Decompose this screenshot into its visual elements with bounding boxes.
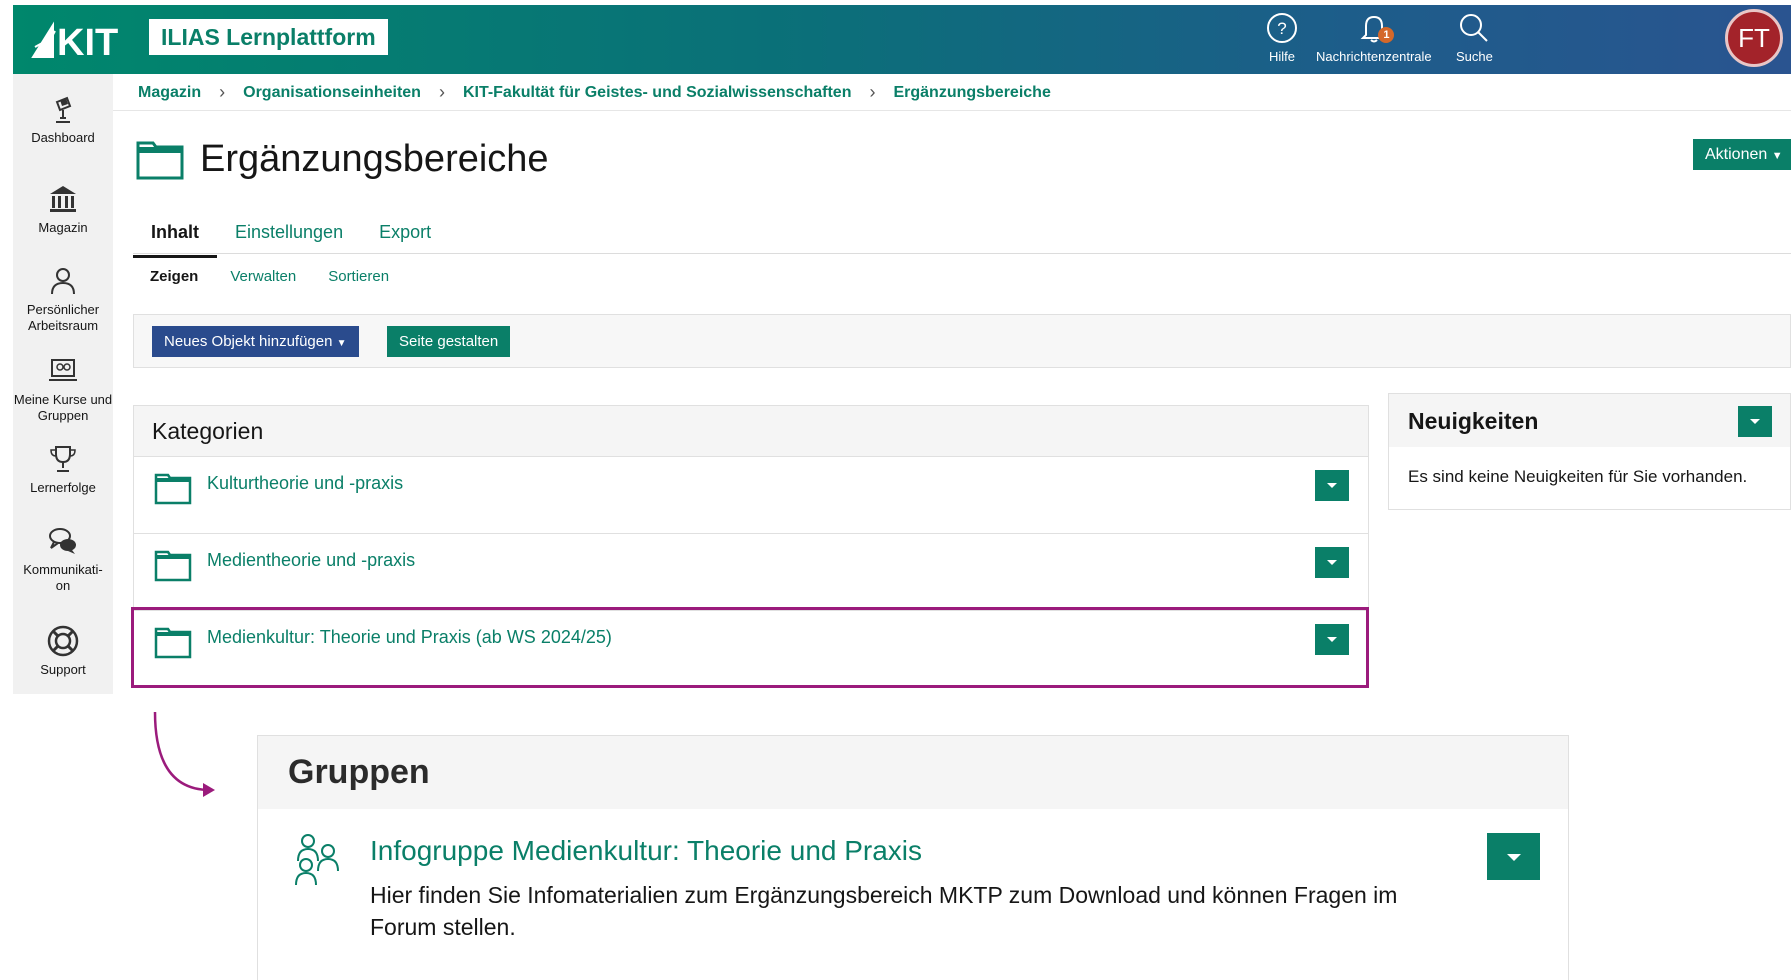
sidebar-item-personal-workspace[interactable]: Persönlicher Arbeitsraum <box>13 264 113 334</box>
sub-tabs: Zeigen Verwalten Sortieren <box>150 268 421 285</box>
breadcrumb-organisationseinheiten[interactable]: Organisationseinheiten <box>243 84 421 102</box>
sidebar-label-achievements: Lernerfolge <box>30 480 96 495</box>
design-page-button[interactable]: Seite gestalten <box>387 326 511 357</box>
lifebuoy-icon <box>47 625 79 657</box>
search-icon <box>1460 14 1489 42</box>
add-new-object-button[interactable]: Neues Objekt hinzufügen ▼ <box>152 326 359 357</box>
chevron-right-icon: › <box>219 82 226 102</box>
sidebar-item-support[interactable]: Support <box>13 624 113 678</box>
communication-icon <box>49 528 76 554</box>
main-sidebar: Dashboard Magazin Persönlicher Arbeitsra… <box>13 74 113 694</box>
group-icon <box>295 834 339 886</box>
help-label: Hilfe <box>1268 49 1295 64</box>
group-description: Hier finden Sie Infomaterialien zum Ergä… <box>370 882 1398 940</box>
sidebar-item-my-courses[interactable]: Meine Kurse und Gruppen <box>13 354 113 424</box>
top-bar: KIT ILIAS Lernplattform ? Hilfe 1 Nachri… <box>13 5 1791 74</box>
curved-arrow-icon <box>153 711 215 797</box>
breadcrumb-fakultaet[interactable]: KIT-Fakultät für Geistes- und Sozialwiss… <box>463 84 852 102</box>
courses-icon <box>49 359 77 381</box>
news-heading: Neuigkeiten <box>1389 394 1790 447</box>
sidebar-label-support: Support <box>40 662 86 677</box>
sidebar-item-achievements[interactable]: Lernerfolge <box>13 442 113 496</box>
breadcrumb: Magazin › Organisationseinheiten › KIT-F… <box>138 82 1051 103</box>
folder-icon <box>154 473 192 505</box>
chevron-right-icon: › <box>869 82 876 102</box>
sidebar-label-my-courses: Meine Kurse und Gruppen <box>13 392 113 423</box>
person-icon <box>51 268 75 295</box>
svg-text:?: ? <box>1277 19 1286 38</box>
sidebar-label-magazin: Magazin <box>38 220 88 235</box>
groups-heading: Gruppen <box>258 736 1568 809</box>
tabs-divider <box>133 253 1791 254</box>
add-new-object-label: Neues Objekt hinzufügen <box>164 333 333 350</box>
category-link[interactable]: Medientheorie und -praxis <box>207 550 415 571</box>
item-actions-dropdown[interactable] <box>1315 547 1349 578</box>
help-icon: ? <box>1267 13 1297 43</box>
breadcrumb-magazin[interactable]: Magazin <box>138 84 201 102</box>
actions-label: Aktionen <box>1705 146 1768 163</box>
highlight-frame <box>131 607 1369 688</box>
item-actions-dropdown[interactable] <box>1315 470 1349 501</box>
sidebar-label-dashboard: Dashboard <box>31 130 95 145</box>
caret-down-icon: ▼ <box>336 338 347 349</box>
list-item: Kulturtheorie und -praxis <box>134 456 1368 533</box>
group-link[interactable]: Infogruppe Medienkultur: Theorie und Pra… <box>370 835 922 867</box>
folder-icon <box>154 550 192 582</box>
kit-logo[interactable]: KIT <box>31 17 131 61</box>
notification-badge: 1 <box>1378 27 1395 43</box>
dashboard-icon <box>55 96 72 123</box>
actions-dropdown-button[interactable]: Aktionen ▼ <box>1693 139 1791 170</box>
news-panel: Neuigkeiten Es sind keine Neuigkeiten fü… <box>1388 393 1791 510</box>
platform-name[interactable]: ILIAS Lernplattform <box>149 19 388 55</box>
folder-icon <box>136 141 184 180</box>
user-avatar[interactable]: FT <box>1725 9 1783 67</box>
search-label: Suche <box>1456 49 1493 64</box>
search-button[interactable]: Suche <box>1456 11 1493 64</box>
category-link[interactable]: Kulturtheorie und -praxis <box>207 473 403 494</box>
sidebar-label-communication: Kommunikati-on <box>23 562 103 593</box>
svg-text:KIT: KIT <box>57 22 118 61</box>
subtab-sortieren[interactable]: Sortieren <box>328 268 389 285</box>
sidebar-item-magazin[interactable]: Magazin <box>13 182 113 236</box>
categories-heading: Kategorien <box>134 406 1368 456</box>
page-title: Ergänzungsbereiche <box>200 138 549 180</box>
repository-icon <box>50 186 76 212</box>
notifications-label: Nachrichtenzentrale <box>1316 49 1432 64</box>
breadcrumb-divider <box>113 110 1791 111</box>
notifications-button[interactable]: 1 Nachrichtenzentrale <box>1316 11 1432 64</box>
help-button[interactable]: ? Hilfe <box>1265 11 1299 64</box>
list-item: Medientheorie und -praxis <box>134 533 1368 610</box>
caret-down-icon: ▼ <box>1771 150 1783 162</box>
chevron-right-icon: › <box>438 82 445 102</box>
subtab-verwalten[interactable]: Verwalten <box>230 268 296 285</box>
sidebar-item-dashboard[interactable]: Dashboard <box>13 92 113 146</box>
groups-panel: Gruppen Infogruppe Medienkultur: Theorie… <box>257 735 1569 980</box>
trophy-icon <box>50 446 76 472</box>
breadcrumb-ergaenzungsbereiche[interactable]: Ergänzungsbereiche <box>893 84 1050 102</box>
subtab-zeigen[interactable]: Zeigen <box>150 268 198 285</box>
news-actions-dropdown[interactable] <box>1738 406 1772 437</box>
sidebar-label-personal-workspace: Persönlicher Arbeitsraum <box>26 302 100 333</box>
content-toolbar: Neues Objekt hinzufügen ▼ Seite gestalte… <box>133 314 1791 368</box>
news-empty-text: Es sind keine Neuigkeiten für Sie vorhan… <box>1408 467 1748 486</box>
sidebar-item-communication[interactable]: Kommunikati-on <box>13 524 113 594</box>
group-actions-dropdown[interactable] <box>1487 833 1540 880</box>
